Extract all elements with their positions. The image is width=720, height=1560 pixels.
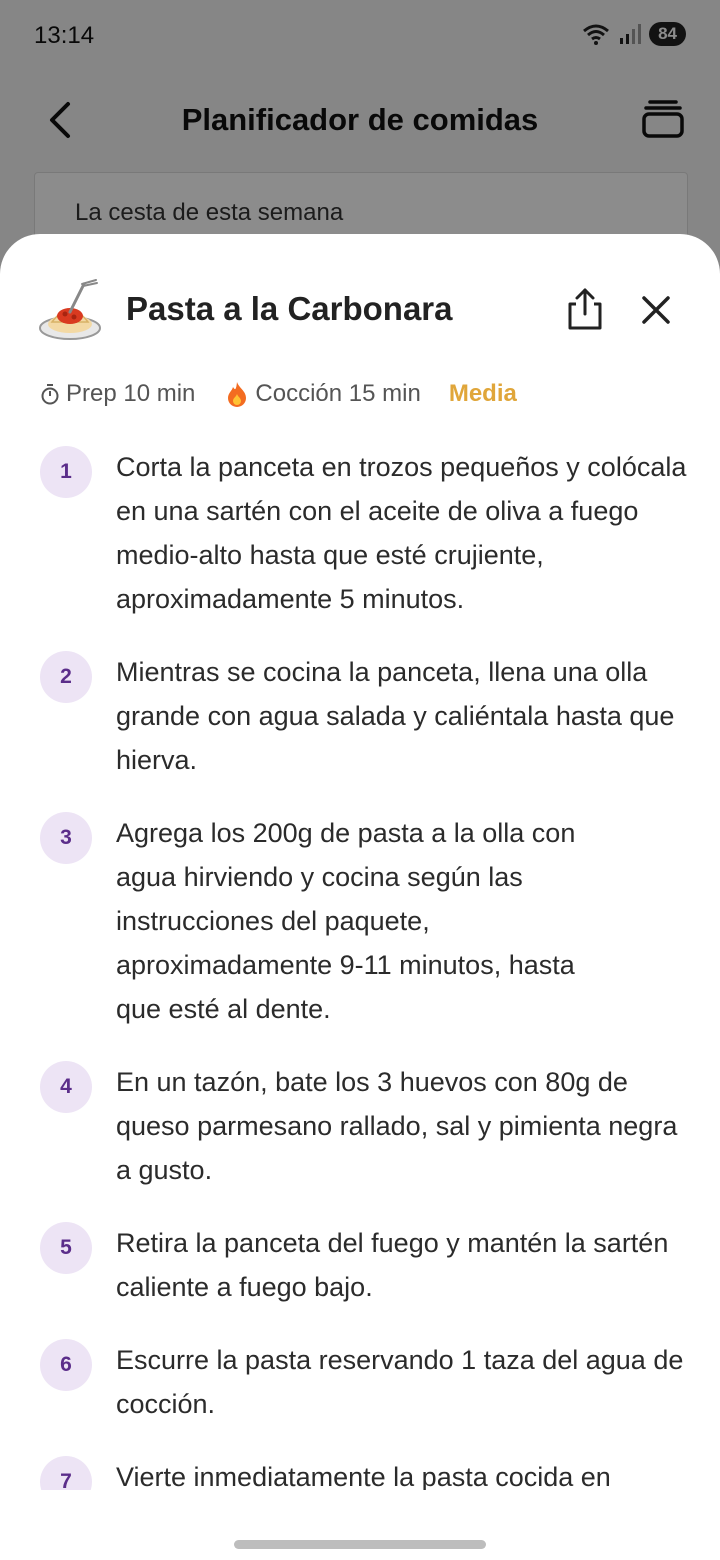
recipe-title: Pasta a la Carbonara bbox=[126, 290, 453, 327]
steps-list[interactable]: 1 Corta la panceta en trozos pequeños y c… bbox=[40, 446, 690, 1490]
step-item: 2 Mientras se cocina la panceta, llena un… bbox=[40, 651, 690, 782]
step-item: 1 Corta la panceta en trozos pequeños y c… bbox=[40, 446, 690, 621]
close-button[interactable] bbox=[634, 288, 678, 332]
prep-time-label: Prep 10 min bbox=[66, 380, 196, 407]
step-item: 5 Retira la panceta del fuego y mantén la… bbox=[40, 1222, 690, 1309]
step-number: 3 bbox=[40, 812, 92, 864]
close-icon bbox=[642, 296, 670, 324]
step-number: 7 bbox=[40, 1456, 92, 1490]
step-number: 4 bbox=[40, 1061, 92, 1113]
step-item: 3 Agrega los 200g de pasta a la olla con … bbox=[40, 812, 690, 1031]
stopwatch-icon bbox=[40, 383, 60, 405]
share-button[interactable] bbox=[562, 286, 608, 332]
prep-time: Prep 10 min bbox=[40, 380, 195, 408]
cook-time-label: Cocción 15 min bbox=[255, 380, 421, 407]
step-number: 2 bbox=[40, 651, 92, 703]
home-indicator[interactable] bbox=[234, 1540, 486, 1549]
recipe-sheet: Pasta a la Carbonara Prep 10 min Cocción… bbox=[0, 234, 720, 1560]
fire-icon bbox=[225, 380, 249, 408]
step-number: 6 bbox=[40, 1339, 92, 1391]
difficulty-badge: Media bbox=[448, 380, 517, 407]
step-text: Escurre la pasta reservando 1 taza del a… bbox=[116, 1345, 684, 1419]
step-text: Vierte inmediatamente la pasta cocida en bbox=[116, 1462, 611, 1490]
step-text: Agrega los 200g de pasta a la olla con a… bbox=[116, 818, 576, 1024]
step-item: 6 Escurre la pasta reservando 1 taza del … bbox=[40, 1339, 690, 1426]
step-item: 7 Vierte inmediatamente la pasta cocida e… bbox=[40, 1456, 690, 1490]
step-number: 1 bbox=[40, 446, 92, 498]
cook-time: Cocción 15 min bbox=[225, 380, 421, 408]
step-text: Retira la panceta del fuego y mantén la … bbox=[116, 1228, 669, 1302]
step-text: En un tazón, bate los 3 huevos con 80g d… bbox=[116, 1067, 678, 1185]
spaghetti-icon bbox=[36, 276, 106, 346]
share-icon bbox=[568, 288, 602, 330]
step-text: Mientras se cocina la panceta, llena una… bbox=[116, 657, 675, 775]
recipe-meta: Prep 10 min Cocción 15 min Media bbox=[40, 380, 517, 408]
step-item: 4 En un tazón, bate los 3 huevos con 80g … bbox=[40, 1061, 690, 1192]
step-number: 5 bbox=[40, 1222, 92, 1274]
step-text: Corta la panceta en trozos pequeños y co… bbox=[116, 452, 687, 614]
